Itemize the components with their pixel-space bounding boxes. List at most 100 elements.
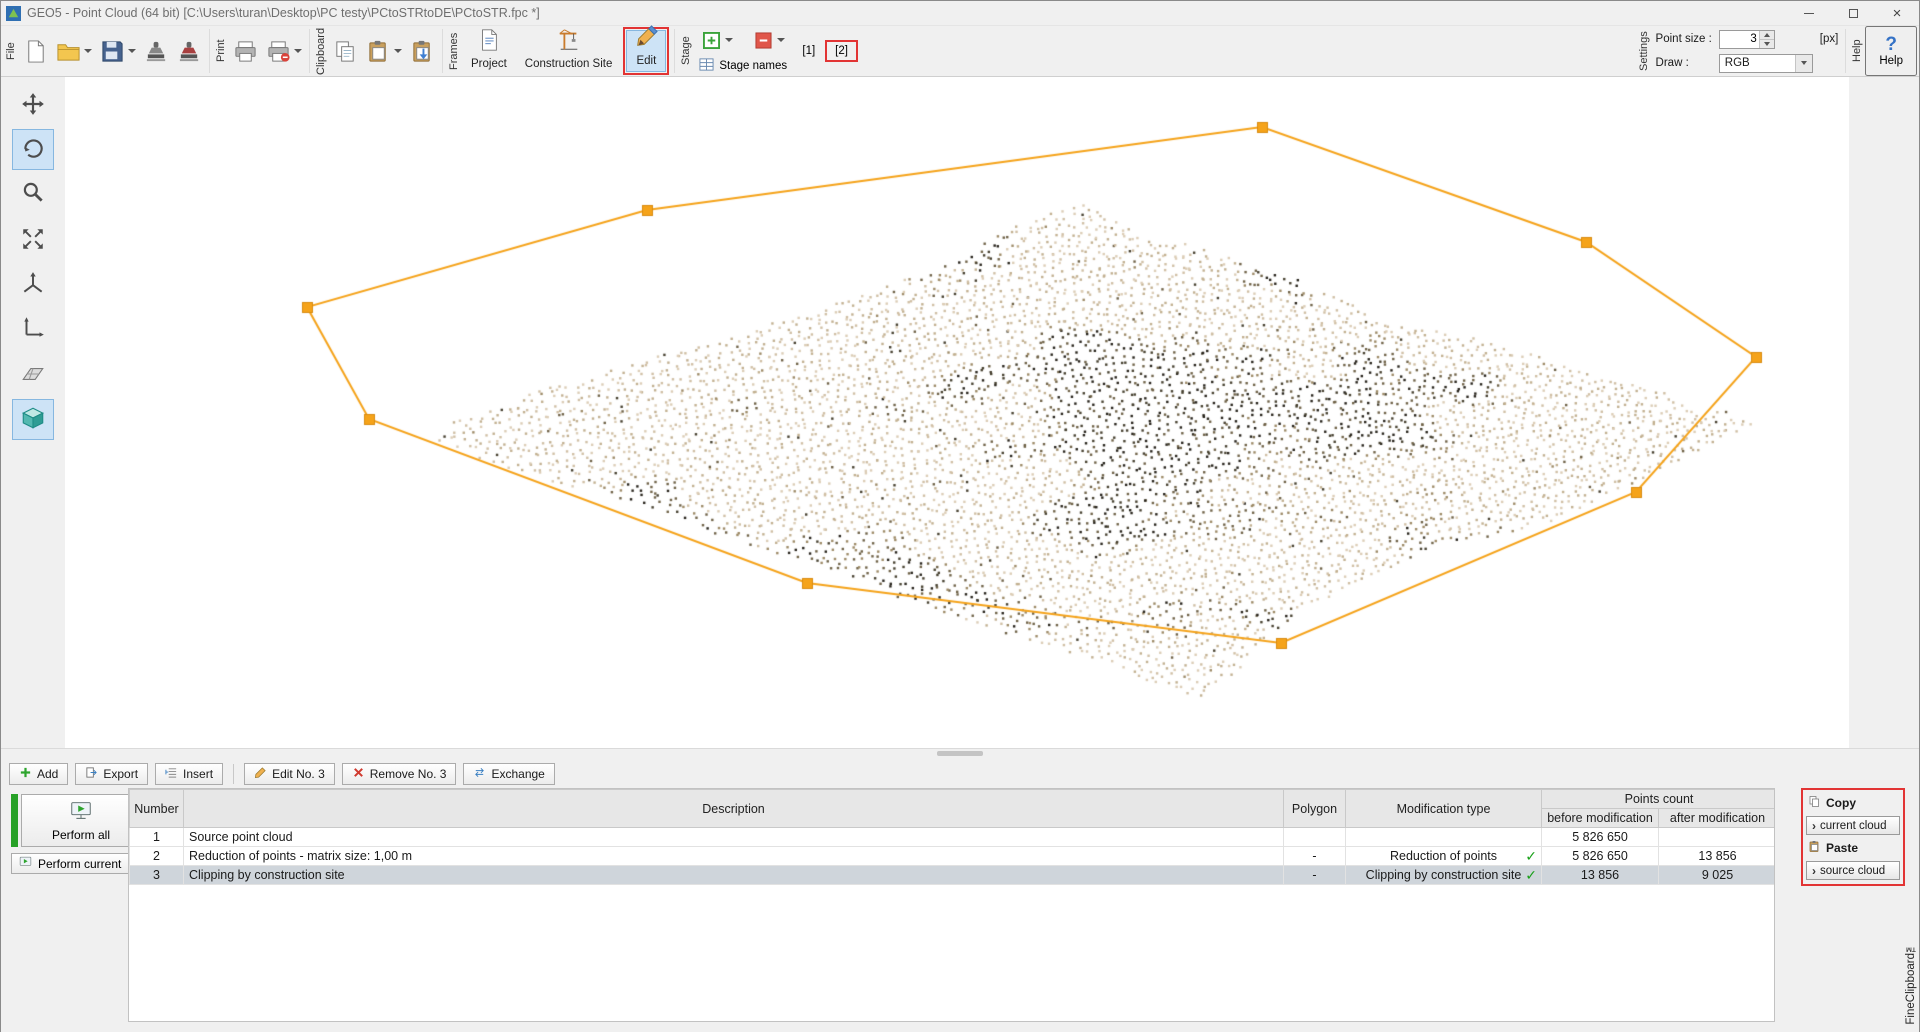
point-size-spin-arrows xyxy=(1759,31,1774,48)
help-button[interactable]: ? Help xyxy=(1865,26,1917,76)
col-header-number: Number xyxy=(130,790,184,828)
minimize-icon xyxy=(1804,13,1814,14)
clipboard-copy-button[interactable]: Copy xyxy=(1806,794,1900,812)
section-label-clipboard: Clipboard xyxy=(315,26,327,76)
save-file-button[interactable] xyxy=(96,27,140,75)
zoom-window-tool-button[interactable] xyxy=(12,173,54,214)
point-size-unit: [px] xyxy=(1820,33,1839,45)
stage-2-button[interactable]: [2] xyxy=(829,42,854,60)
axonometric-view-button[interactable] xyxy=(12,355,54,396)
perform-all-button[interactable]: Perform all xyxy=(21,794,141,847)
stage-names-label: Stage names xyxy=(719,60,787,72)
viewport xyxy=(65,77,1849,748)
frame-project-button[interactable]: Project xyxy=(463,27,515,75)
clipboard-paste-button[interactable]: Paste xyxy=(1806,839,1900,857)
stamp-red-icon xyxy=(177,39,202,64)
splitter-grip-icon xyxy=(937,751,983,756)
pencil-icon xyxy=(254,766,267,782)
point-size-stepper[interactable] xyxy=(1719,30,1775,49)
chevron-right-icon: › xyxy=(1812,864,1816,878)
clipboard-paste-label: Paste xyxy=(1826,841,1858,855)
main-toolbar: File Print Clipboard xyxy=(1,25,1919,77)
add-button[interactable]: Add xyxy=(9,763,68,785)
draw-mode-select[interactable]: RGB xyxy=(1719,54,1813,73)
stage-names-button[interactable]: Stage names xyxy=(699,57,789,75)
axes-2d-icon xyxy=(20,314,46,343)
print-options-button[interactable] xyxy=(262,27,306,75)
stage-1-button[interactable]: [1] xyxy=(796,42,821,60)
construction-site-label: Construction Site xyxy=(525,58,613,70)
combo-dropdown-area[interactable] xyxy=(1795,55,1812,72)
maximize-button[interactable] xyxy=(1831,1,1875,25)
table-row[interactable]: 2 Reduction of points - matrix size: 1,0… xyxy=(130,847,1776,866)
modifications-table-wrap: Number Description Polygon Modification … xyxy=(128,788,1775,1022)
perform-current-button[interactable]: Perform current xyxy=(11,853,141,874)
zoom-fit-tool-button[interactable] xyxy=(12,220,54,261)
cell-after xyxy=(1659,828,1776,847)
axes-2d-tool-button[interactable] xyxy=(12,308,54,349)
insert-label: Insert xyxy=(183,767,213,781)
exchange-arrows-icon xyxy=(473,766,486,782)
red-x-icon xyxy=(352,766,365,782)
spin-up-button[interactable] xyxy=(1760,31,1774,40)
paste-dropdown-icon xyxy=(394,49,402,53)
save-dropdown-icon xyxy=(128,49,136,53)
paste-icon xyxy=(366,39,391,64)
open-file-button[interactable] xyxy=(52,27,96,75)
copy-current-cloud-button[interactable]: › current cloud xyxy=(1806,816,1900,835)
remove-no3-label: Remove No. 3 xyxy=(370,767,447,781)
section-separator xyxy=(674,29,675,73)
spin-down-button[interactable] xyxy=(1760,40,1774,48)
remove-no3-button[interactable]: Remove No. 3 xyxy=(342,763,457,785)
printer-badge-icon xyxy=(266,39,291,64)
section-separator xyxy=(442,29,443,73)
col-header-after: after modification xyxy=(1659,809,1776,828)
new-file-button[interactable] xyxy=(19,27,52,75)
remove-stage-button[interactable] xyxy=(751,29,789,52)
frame-construction-site-button[interactable]: Construction Site xyxy=(517,27,621,75)
paste-toolbar-button[interactable] xyxy=(362,27,406,75)
pan-icon xyxy=(20,91,46,120)
rotate-tool-button[interactable] xyxy=(12,129,54,170)
frame-edit-button[interactable]: Edit xyxy=(626,30,666,72)
insert-button[interactable]: Insert xyxy=(155,763,223,785)
paste-special-button[interactable] xyxy=(406,27,439,75)
panel-splitter[interactable] xyxy=(1,748,1919,758)
perspective-box-view-button[interactable] xyxy=(12,399,54,440)
app-icon xyxy=(6,6,21,21)
table-row-selected[interactable]: 3 Clipping by construction site - Clippi… xyxy=(130,866,1776,885)
point-cloud-canvas[interactable] xyxy=(65,77,1849,748)
paste-source-cloud-button[interactable]: › source cloud xyxy=(1806,861,1900,880)
help-icon: ? xyxy=(1885,35,1897,54)
edit-no3-label: Edit No. 3 xyxy=(272,767,325,781)
table-row[interactable]: 1 Source point cloud 5 826 650 xyxy=(130,828,1776,847)
close-button[interactable]: × xyxy=(1875,1,1919,25)
stamp-approve-button[interactable] xyxy=(173,27,206,75)
edit-highlight-box: Edit xyxy=(623,27,669,75)
stamp-data-button[interactable] xyxy=(140,27,173,75)
section-label-stage: Stage xyxy=(680,26,692,76)
pan-tool-button[interactable] xyxy=(12,85,54,126)
axes-3d-icon xyxy=(20,270,46,299)
section-label-settings: Settings xyxy=(1638,26,1650,76)
add-stage-button[interactable] xyxy=(699,29,737,52)
copy-toolbar-button[interactable] xyxy=(329,27,362,75)
print-button[interactable] xyxy=(229,27,262,75)
edit-no3-button[interactable]: Edit No. 3 xyxy=(244,763,335,785)
cell-description: Clipping by construction site xyxy=(184,866,1284,885)
axes-3d-tool-button[interactable] xyxy=(12,264,54,305)
paste-small-icon xyxy=(1808,840,1821,856)
cell-polygon: - xyxy=(1284,847,1346,866)
modifications-panel: Add Export Insert Edit No. 3 Remove No. … xyxy=(1,758,1919,1032)
exchange-button[interactable]: Exchange xyxy=(463,763,554,785)
minimize-button[interactable] xyxy=(1787,1,1831,25)
cell-number: 1 xyxy=(130,828,184,847)
chevron-down-icon xyxy=(1801,61,1807,65)
export-button[interactable]: Export xyxy=(75,763,148,785)
toolbar-separator xyxy=(233,764,234,784)
cube-icon xyxy=(20,405,46,434)
point-size-input[interactable] xyxy=(1720,31,1759,48)
project-label: Project xyxy=(471,58,507,70)
edit-pencil-icon xyxy=(634,25,658,52)
add-stage-icon xyxy=(703,32,720,49)
